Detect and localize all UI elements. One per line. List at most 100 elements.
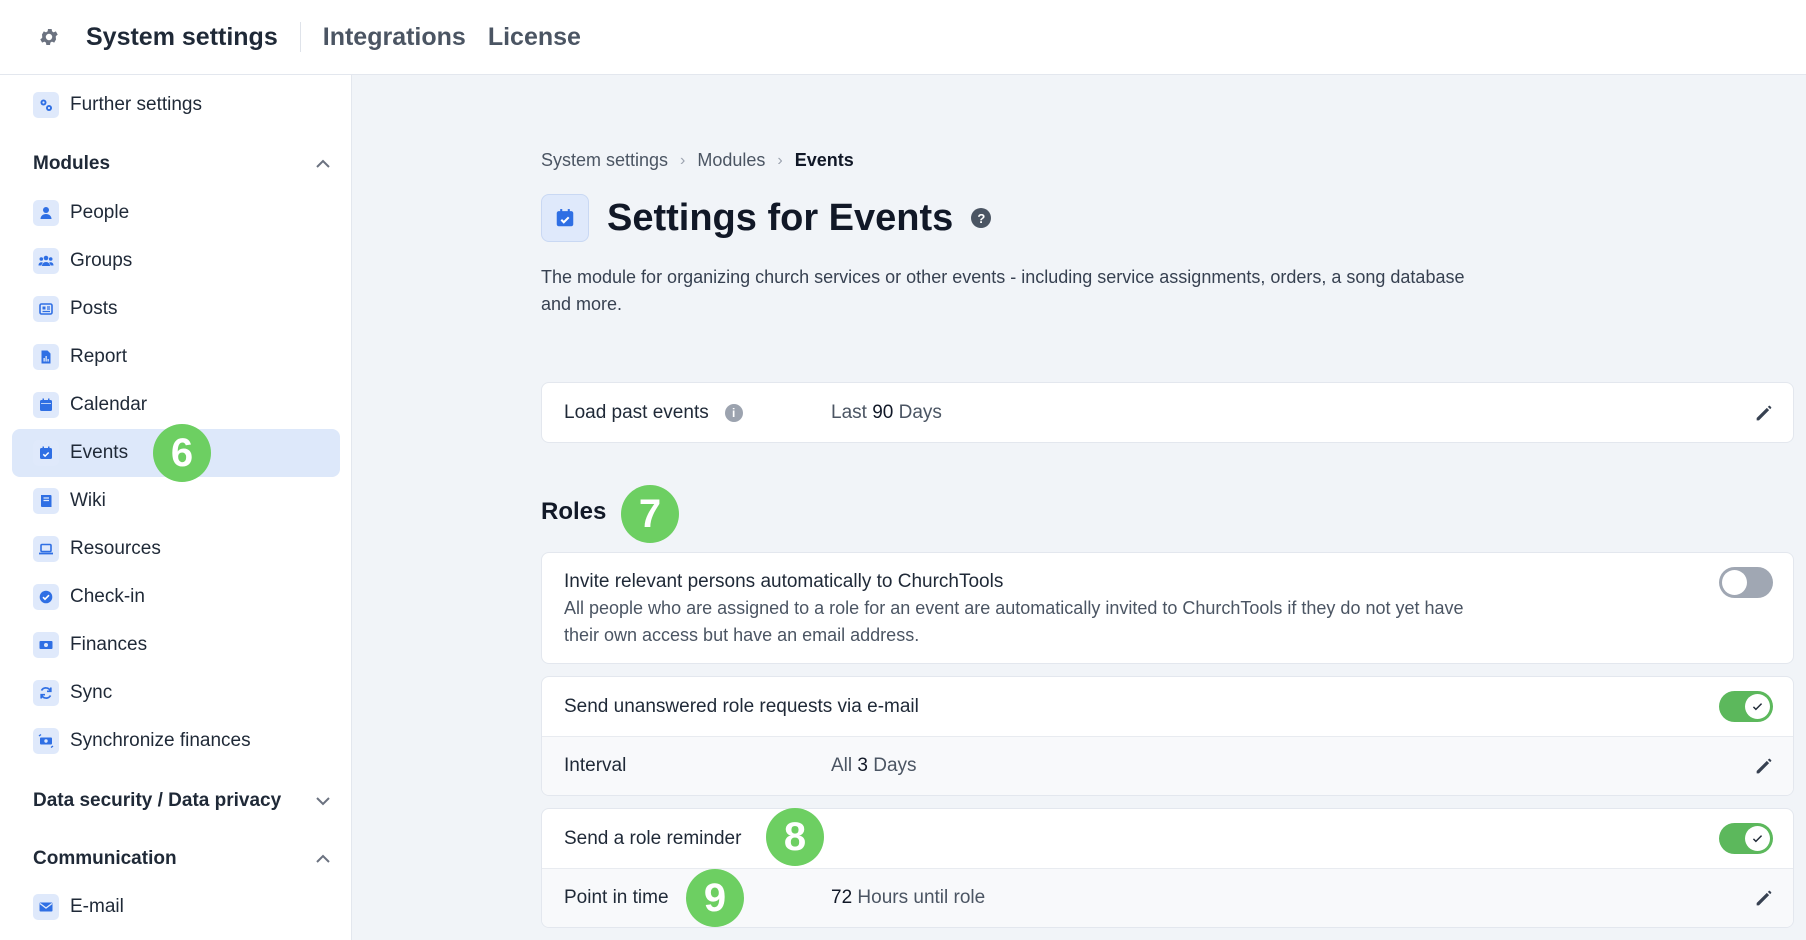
sidebar-item-email[interactable]: E-mail (12, 883, 340, 931)
annotation-badge: 8 (766, 808, 824, 866)
sidebar-item-report[interactable]: Report (12, 333, 340, 381)
setting-row: Invite relevant persons automatically to… (542, 553, 1793, 663)
calendar-check-icon (541, 194, 589, 242)
app-title[interactable]: System settings (86, 23, 278, 52)
toggle-knob (1745, 826, 1770, 851)
topbar-divider (299, 22, 301, 52)
annotation-badge: 7 (621, 485, 679, 543)
sidebar-item-label: Synchronize finances (70, 730, 251, 751)
sidebar-item-label: Events (70, 442, 129, 463)
calendar-icon (33, 392, 59, 418)
sidebar-item-posts[interactable]: Posts (12, 285, 340, 333)
pencil-icon[interactable] (1753, 402, 1775, 424)
book-icon (33, 488, 59, 514)
breadcrumb-events: Events (794, 150, 854, 170)
chevron-down-icon (316, 797, 330, 806)
setting-value: All 3 Days (831, 755, 917, 777)
setting-row: Load past events i Last 90 Days (542, 383, 1793, 442)
sidebar-item-sync[interactable]: Sync (12, 669, 340, 717)
money-icon (33, 632, 59, 658)
sidebar-item-synchronize-finances[interactable]: Synchronize finances (12, 717, 340, 765)
laptop-icon (33, 536, 59, 562)
sidebar-item-people[interactable]: People (12, 189, 340, 237)
setting-row: Send a role reminder (542, 809, 1793, 868)
setting-label: Load past events (564, 401, 709, 423)
setting-label: Send unanswered role requests via e-mail (564, 695, 919, 717)
value-suffix: Days (898, 401, 942, 423)
nav-license[interactable]: License (488, 23, 581, 52)
group-icon (33, 248, 59, 274)
pencil-icon[interactable] (1753, 755, 1775, 777)
value-suffix: Days (873, 755, 917, 776)
sidebar-item-label: Finances (70, 634, 148, 655)
sidebar-item-label: Resources (70, 538, 161, 559)
sidebar-item-label: Calendar (70, 394, 148, 415)
roles-title: Roles (541, 498, 607, 525)
setting-label: Send a role reminder (564, 827, 742, 849)
gears-icon (33, 92, 59, 118)
pencil-icon[interactable] (1753, 887, 1775, 909)
chevron-up-icon (316, 159, 330, 168)
sidebar-section-modules[interactable]: Modules (33, 144, 333, 184)
value-number: 90 (872, 401, 894, 423)
report-icon (33, 344, 59, 370)
sidebar-item-label: Wiki (70, 490, 106, 511)
reminder-toggle[interactable] (1719, 823, 1773, 854)
newspaper-icon (33, 296, 59, 322)
sidebar-item-wiki[interactable]: Wiki (12, 477, 340, 525)
chevron-up-icon (316, 854, 330, 863)
setting-value: Last 90 Days (831, 402, 942, 424)
invite-toggle[interactable] (1719, 567, 1773, 598)
info-icon[interactable]: i (724, 403, 743, 422)
sidebar-item-calendar[interactable]: Calendar (12, 381, 340, 429)
sidebar-item-groups[interactable]: Groups (12, 237, 340, 285)
sync-icon (33, 680, 59, 706)
setting-value: 72 Hours until role (831, 887, 985, 909)
annotation-badge: 6 (153, 424, 211, 482)
page-header: Settings for Events ? (541, 194, 992, 242)
breadcrumb-system-settings[interactable]: System settings (541, 150, 668, 171)
sidebar-section-label: Modules (33, 153, 111, 174)
sidebar: Further settings Modules People Groups P… (0, 75, 352, 940)
value-prefix: All (831, 755, 853, 776)
check-icon (1752, 835, 1763, 843)
setting-label: Point in time (564, 887, 669, 908)
page-description: The module for organizing church service… (541, 267, 1465, 314)
sidebar-item-finances[interactable]: Finances (12, 621, 340, 669)
sidebar-item-resources[interactable]: Resources (12, 525, 340, 573)
sidebar-section-communication[interactable]: Communication (33, 839, 333, 879)
setting-description: All people who are assigned to a role fo… (564, 598, 1464, 645)
help-icon[interactable]: ? (971, 208, 992, 228)
sidebar-item-label: Report (70, 346, 128, 367)
chevron-right-icon: › (777, 151, 783, 169)
money-sync-icon (33, 728, 59, 754)
unanswered-toggle[interactable] (1719, 691, 1773, 722)
sidebar-section-label: Communication (33, 848, 177, 869)
toggle-knob (1722, 570, 1747, 595)
check-circle-icon (33, 584, 59, 610)
sidebar-item-further-settings[interactable]: Further settings (12, 81, 340, 129)
page-title: Settings for Events (607, 196, 954, 239)
sidebar-section-label: Data security / Data privacy (33, 790, 282, 811)
sidebar-item-label: Posts (70, 298, 118, 319)
nav-integrations[interactable]: Integrations (323, 23, 466, 52)
sidebar-section-data-security[interactable]: Data security / Data privacy (33, 781, 333, 821)
check-icon (1752, 703, 1763, 711)
invite-card: Invite relevant persons automatically to… (541, 552, 1794, 664)
value-suffix: Hours until role (857, 887, 986, 908)
sidebar-item-label: Sync (70, 682, 113, 703)
value-number: 72 (831, 887, 853, 908)
sidebar-item-label: People (70, 202, 130, 223)
chevron-right-icon: › (680, 151, 686, 169)
toggle-knob (1745, 694, 1770, 719)
sidebar-item-label: Further settings (70, 94, 202, 115)
sidebar-item-label: Groups (70, 250, 133, 271)
sidebar-item-label: Check-in (70, 586, 145, 607)
calendar-check-icon (33, 440, 59, 466)
breadcrumb-modules[interactable]: Modules (697, 150, 765, 171)
sidebar-item-check-in[interactable]: Check-in (12, 573, 340, 621)
top-bar: System settings Integrations License (0, 0, 1806, 75)
annotation-badge: 9 (686, 869, 744, 927)
person-icon (33, 200, 59, 226)
value-prefix: Last (831, 401, 867, 423)
